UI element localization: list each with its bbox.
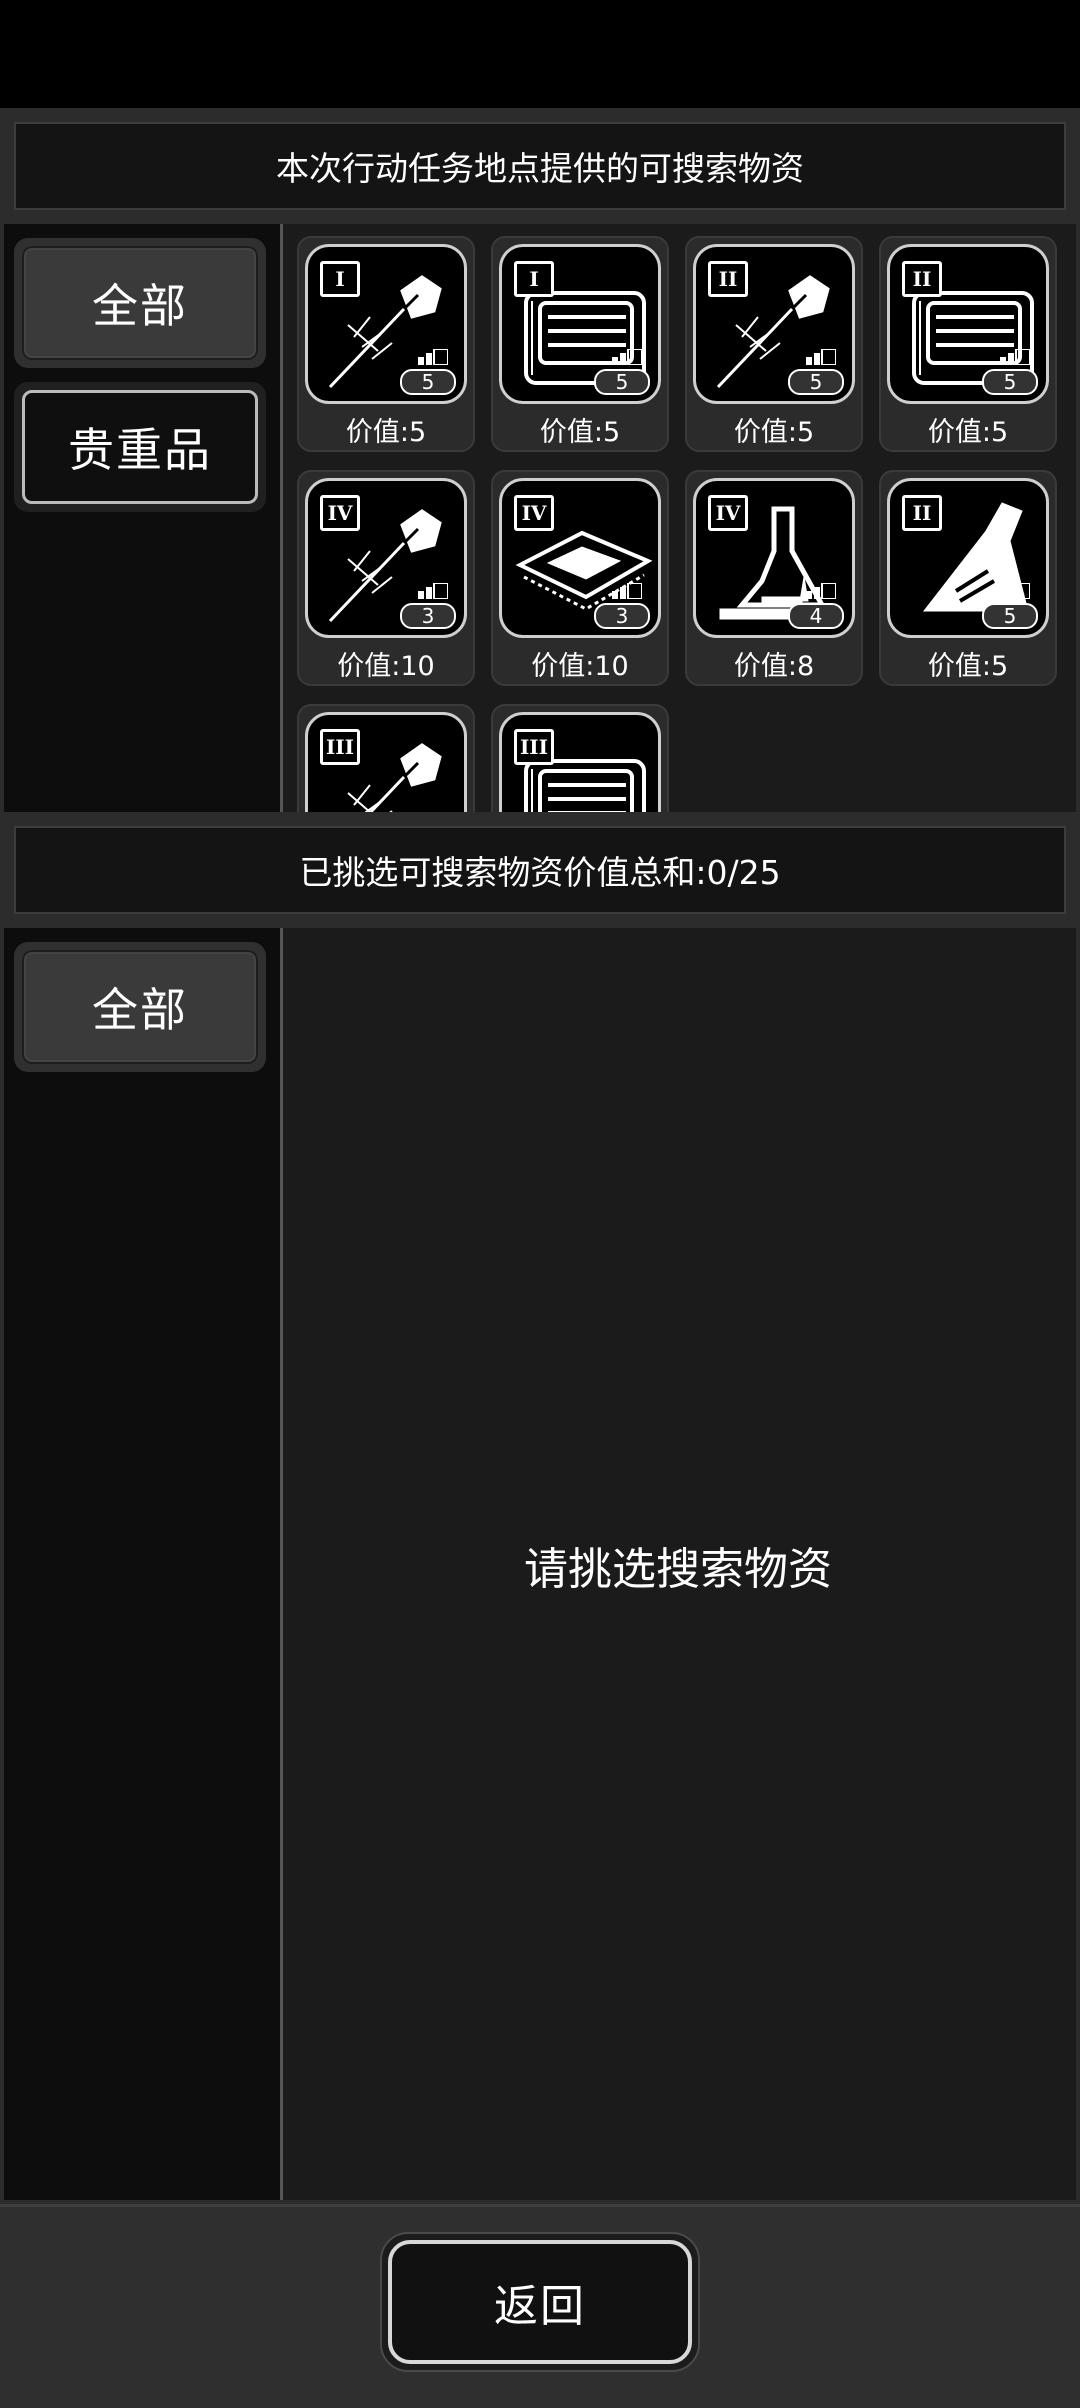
item-count: 5 xyxy=(982,369,1038,395)
machine-icon: I5 xyxy=(499,244,661,404)
conical-flask-icon: II 5 xyxy=(887,478,1049,638)
item-value-label: 价值:5 xyxy=(345,416,427,448)
item-tier-badge: II xyxy=(902,261,942,297)
supply-item-card[interactable]: IV 3 价值:10 xyxy=(491,470,669,686)
item-tier-badge: IV xyxy=(320,495,360,531)
stack-icon xyxy=(418,349,448,365)
item-value-label: 价值:5 xyxy=(927,650,1009,682)
stack-icon xyxy=(1000,583,1030,599)
item-tier-badge: II xyxy=(708,261,748,297)
lab-flask-icon: IV 4 xyxy=(693,478,855,638)
tool-probe-icon: I5 xyxy=(305,244,467,404)
machine-icon: II 5 xyxy=(887,244,1049,404)
supply-item-card[interactable]: II 5 价值:5 xyxy=(879,236,1057,452)
item-count: 5 xyxy=(594,369,650,395)
item-tier-badge: IV xyxy=(708,495,748,531)
item-value-label: 价值:10 xyxy=(337,650,435,682)
supply-item-card[interactable]: IV 3 价值:10 xyxy=(297,470,475,686)
item-count: 3 xyxy=(400,603,456,629)
item-tier-badge: I xyxy=(514,261,554,297)
item-count: 4 xyxy=(788,603,844,629)
selected-value-total: 已挑选可搜索物资价值总和:0/25 xyxy=(14,826,1066,914)
item-tier-badge: II xyxy=(902,495,942,531)
item-count: 3 xyxy=(594,603,650,629)
supply-item-card[interactable]: I 5 价值:5 xyxy=(491,236,669,452)
supply-item-card[interactable]: I 5 价值:5 xyxy=(297,236,475,452)
supply-item-card[interactable]: III xyxy=(297,704,475,812)
back-button[interactable]: 返回 xyxy=(388,2240,692,2364)
chip-icon: IV 3 xyxy=(499,478,661,638)
tool-probe-icon: IV 3 xyxy=(305,478,467,638)
item-value-label: 价值:5 xyxy=(927,416,1009,448)
tab-valuable[interactable]: 贵重品 xyxy=(22,390,258,504)
item-count: 5 xyxy=(982,603,1038,629)
stack-icon xyxy=(1000,349,1030,365)
supply-item-card[interactable]: IV 4 价值:8 xyxy=(685,470,863,686)
tool-probe-icon: III xyxy=(305,712,467,812)
empty-selection-message: 请挑选搜索物资 xyxy=(524,1544,832,1595)
stack-icon xyxy=(612,349,642,365)
supply-item-grid[interactable]: I 5 价值:5 I 5 价值:5 II 5 价值:5 II 5 价值:5 IV 3 价值:10 IV 3 价值:… xyxy=(280,224,1076,812)
item-count: 5 xyxy=(788,369,844,395)
supply-item-card[interactable]: II 5 价值:5 xyxy=(685,236,863,452)
tab-all[interactable]: 全部 xyxy=(22,246,258,360)
item-value-label: 价值:10 xyxy=(531,650,629,682)
supply-item-card[interactable]: III xyxy=(491,704,669,812)
stack-icon xyxy=(612,583,642,599)
item-tier-badge: IV xyxy=(514,495,554,531)
item-value-label: 价值:8 xyxy=(733,650,815,682)
item-value-label: 价值:5 xyxy=(733,416,815,448)
status-bar xyxy=(0,0,1080,108)
item-tier-badge: I xyxy=(320,261,360,297)
selected-filter-sidebar xyxy=(4,928,280,2200)
selected-tab-all[interactable]: 全部 xyxy=(22,950,258,1064)
stack-icon xyxy=(418,583,448,599)
available-supplies-title: 本次行动任务地点提供的可搜索物资 xyxy=(14,122,1066,210)
tool-probe-icon: II 5 xyxy=(693,244,855,404)
stack-icon xyxy=(806,583,836,599)
supply-item-card[interactable]: II 5 价值:5 xyxy=(879,470,1057,686)
item-value-label: 价值:5 xyxy=(539,416,621,448)
item-tier-badge: III xyxy=(514,729,554,765)
machine-icon: III xyxy=(499,712,661,812)
item-count: 5 xyxy=(400,369,456,395)
stack-icon xyxy=(806,349,836,365)
item-tier-badge: III xyxy=(320,729,360,765)
